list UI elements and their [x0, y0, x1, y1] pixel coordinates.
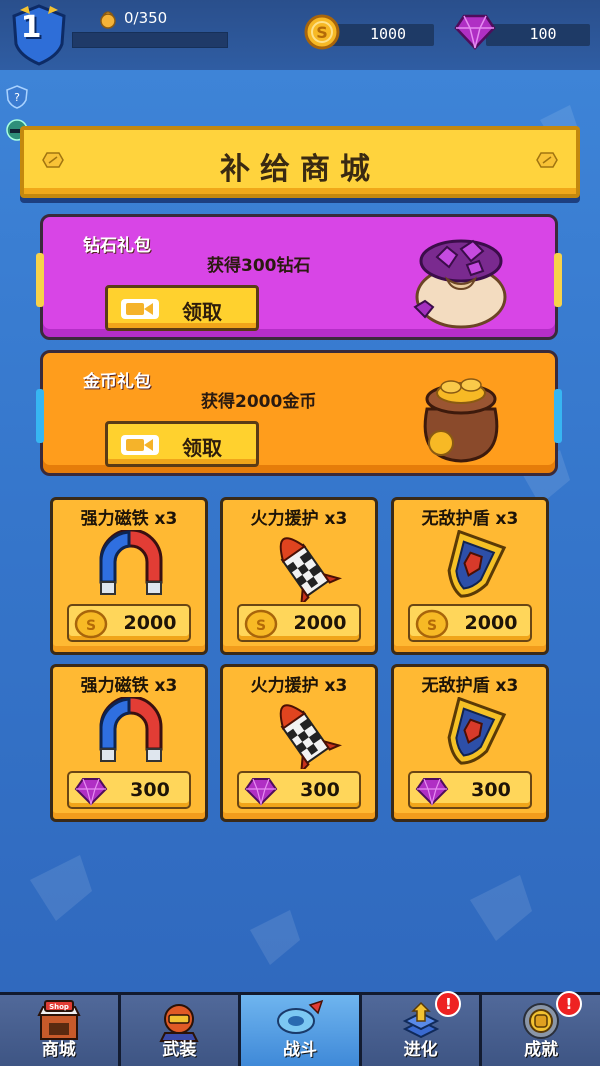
svg-text:S: S	[86, 618, 96, 634]
svg-text:S: S	[256, 618, 266, 634]
card-tab	[36, 389, 44, 443]
video-camera-icon	[121, 299, 159, 319]
gem-balance: 100	[529, 25, 557, 43]
nav-label: 战斗	[282, 1040, 317, 1060]
nav-label: 商城	[41, 1040, 76, 1060]
nav-tab-shop[interactable]: Shop 商城	[0, 995, 121, 1066]
shield-icon	[447, 530, 507, 598]
magnet-icon	[99, 697, 163, 762]
gem-icon	[74, 778, 108, 806]
magnet-icon	[99, 530, 163, 595]
item-name: 强力磁铁 x3	[80, 509, 178, 529]
notification-badge: !	[555, 991, 582, 1017]
item-price: 300	[130, 779, 170, 801]
gem-bag-icon	[413, 239, 507, 329]
nav-label: 进化	[403, 1040, 438, 1060]
item-name: 火力援护 x3	[250, 676, 348, 696]
svg-text:Shop: Shop	[49, 1003, 69, 1011]
buy-magnet-gems-button[interactable]: 300	[67, 771, 191, 809]
item-card-shield-gems: 无敌护盾 x3 300	[391, 664, 549, 822]
item-price: 300	[471, 779, 511, 801]
claim-label: 领取	[182, 436, 222, 460]
item-name: 强力磁铁 x3	[80, 676, 178, 696]
coin-balance: 1000	[369, 25, 407, 43]
card-tab	[36, 253, 44, 307]
nav-tab-evolve[interactable]: ! 进化	[361, 991, 483, 1066]
coin-icon: S	[415, 609, 449, 639]
xp-progress-bar	[72, 32, 228, 48]
rocket-icon	[279, 537, 343, 602]
card-tab	[554, 253, 562, 307]
nav-label: 武装	[162, 1040, 197, 1060]
pack-name: 钻石礼包	[83, 236, 151, 256]
gem-icon	[415, 778, 449, 806]
svg-text:?: ?	[14, 91, 20, 104]
item-card-rocket-coins: 火力援护 x3 S 2000	[220, 497, 378, 655]
svg-text:S: S	[316, 23, 328, 42]
item-card-magnet-gems: 强力磁铁 x3 300	[50, 664, 208, 822]
gem-icon	[244, 778, 278, 806]
bolt-icon	[536, 152, 558, 168]
bottom-nav: Shop 商城 武装 战斗 ! 进化 ! 成就	[0, 991, 600, 1066]
page-title: 补给商城	[220, 152, 380, 187]
item-name: 无敌护盾 x3	[421, 676, 519, 696]
shop-title-banner: 补给商城	[20, 126, 580, 198]
buy-magnet-coins-button[interactable]: S 2000	[67, 604, 191, 642]
nav-tab-armor[interactable]: 武装	[120, 995, 242, 1066]
notification-badge: !	[435, 991, 462, 1017]
diamond-pack-card: 钻石礼包 获得300钻石 领取	[36, 214, 562, 340]
video-camera-icon	[121, 435, 159, 455]
coin-bag-icon	[423, 378, 499, 463]
item-card-shield-coins: 无敌护盾 x3 S 2000	[391, 497, 549, 655]
claim-diamond-pack-button[interactable]: 领取	[105, 285, 259, 331]
coin-icon: S	[304, 14, 340, 50]
top-bar: 1 0/350 S 1000 100	[0, 0, 600, 70]
buy-rocket-gems-button[interactable]: 300	[237, 771, 361, 809]
nav-label: 成就	[524, 1040, 559, 1060]
gem-icon	[454, 14, 496, 50]
claim-coin-pack-button[interactable]: 领取	[105, 421, 259, 467]
pack-description: 获得300钻石	[207, 256, 311, 276]
item-price: 2000	[123, 612, 177, 634]
card-tab	[554, 389, 562, 443]
item-price: 300	[300, 779, 340, 801]
item-price: 2000	[293, 612, 347, 634]
buy-shield-gems-button[interactable]: 300	[408, 771, 532, 809]
player-level: 1	[20, 10, 42, 45]
item-card-magnet-coins: 强力磁铁 x3 S 2000	[50, 497, 208, 655]
claim-label: 领取	[182, 300, 222, 324]
coin-icon: S	[74, 609, 108, 639]
nav-tab-battle[interactable]: 战斗	[241, 995, 362, 1066]
xp-counter: 0/350	[124, 9, 168, 27]
item-card-rocket-gems: 火力援护 x3 300	[220, 664, 378, 822]
coin-pack-card: 金币礼包 获得2000金币 领取	[36, 350, 562, 476]
buy-rocket-coins-button[interactable]: S 2000	[237, 604, 361, 642]
shield-icon	[447, 697, 507, 765]
rocket-icon	[279, 704, 343, 769]
pack-description: 获得2000金币	[201, 392, 317, 412]
nav-tab-achievement[interactable]: ! 成就	[482, 991, 600, 1066]
xp-bag-icon	[100, 11, 116, 29]
coin-icon: S	[244, 609, 278, 639]
item-price: 2000	[464, 612, 518, 634]
buy-shield-coins-button[interactable]: S 2000	[408, 604, 532, 642]
pack-name: 金币礼包	[83, 372, 151, 392]
info-shield-icon[interactable]: ?	[4, 84, 30, 110]
item-name: 无敌护盾 x3	[421, 509, 519, 529]
svg-text:S: S	[427, 618, 437, 634]
item-name: 火力援护 x3	[250, 509, 348, 529]
